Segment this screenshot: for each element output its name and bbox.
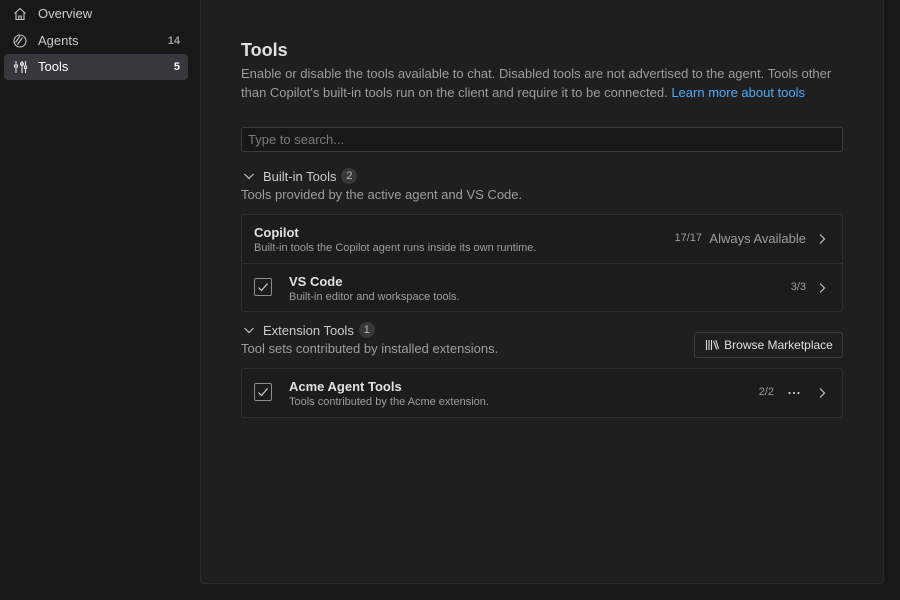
sidebar-item-label: Overview [38,6,93,21]
tool-name: Copilot [254,225,299,240]
section-title: Built-in Tools [263,168,337,184]
tool-description: Built-in editor and workspace tools. [289,291,460,303]
tool-description: Tools contributed by the Acme extension. [289,396,489,408]
check-icon [258,283,268,292]
home-icon [12,6,28,22]
count-badge: 2 [341,168,358,184]
browse-marketplace-button[interactable]: Browse Marketplace [694,332,843,358]
tool-row-acme-agent-tools[interactable]: Acme Agent Tools Tools contributed by th… [242,369,842,417]
section-header-extension-tools[interactable]: Extension Tools 1 [241,321,375,339]
sidebar-item-count: 5 [173,61,180,73]
tool-checkbox[interactable] [254,278,272,296]
sidebar-item-tools[interactable]: Tools 5 [4,54,188,80]
section-description: Tool sets contributed by installed exten… [241,341,499,356]
page-description: Enable or disable the tools available to… [241,64,841,102]
tool-status: Always Available [709,231,806,246]
section-title: Extension Tools [263,322,354,338]
tool-description: Built-in tools the Copilot agent runs in… [254,242,537,254]
chevron-right-icon[interactable] [814,280,830,296]
sidebar-item-agents[interactable]: Agents 14 [4,28,188,54]
section-header-built-in-tools[interactable]: Built-in Tools 2 [241,167,358,185]
agents-icon [12,33,28,49]
browse-marketplace-label: Browse Marketplace [724,338,833,352]
library-icon [704,337,720,353]
sidebar-item-label: Agents [38,33,79,48]
tool-count: 17/17 [674,232,702,244]
sidebar: Overview Agents 14 Tools 5 [0,0,200,600]
learn-more-link[interactable]: Learn more about tools [671,85,805,100]
more-actions-icon[interactable] [786,385,802,401]
chevron-down-icon [241,168,257,184]
page-title: Tools [241,40,288,60]
chevron-right-icon[interactable] [814,231,830,247]
tools-settings-app: Overview Agents 14 Tools 5 Tools Enable … [0,0,900,600]
chevron-right-icon[interactable] [814,385,830,401]
sidebar-item-count: 14 [167,35,180,47]
tools-icon [12,59,28,75]
tool-name: Acme Agent Tools [289,379,402,394]
chevron-down-icon [241,322,257,338]
tool-list-built-in: Copilot Built-in tools the Copilot agent… [241,214,843,312]
search-input[interactable] [241,127,843,152]
tool-list-extension: Acme Agent Tools Tools contributed by th… [241,368,843,418]
tool-name: VS Code [289,274,343,289]
main-panel: Tools Enable or disable the tools availa… [200,0,884,584]
count-badge: 1 [358,322,375,338]
tool-checkbox[interactable] [254,383,272,401]
check-icon [258,388,268,397]
section-description: Tools provided by the active agent and V… [241,187,523,202]
sidebar-item-label: Tools [38,59,69,74]
tool-row-copilot[interactable]: Copilot Built-in tools the Copilot agent… [242,215,842,263]
tool-count: 3/3 [790,281,806,293]
tool-count: 2/2 [758,386,774,398]
sidebar-item-overview[interactable]: Overview [4,1,188,27]
tool-row-vs-code[interactable]: VS Code Built-in editor and workspace to… [242,263,842,311]
